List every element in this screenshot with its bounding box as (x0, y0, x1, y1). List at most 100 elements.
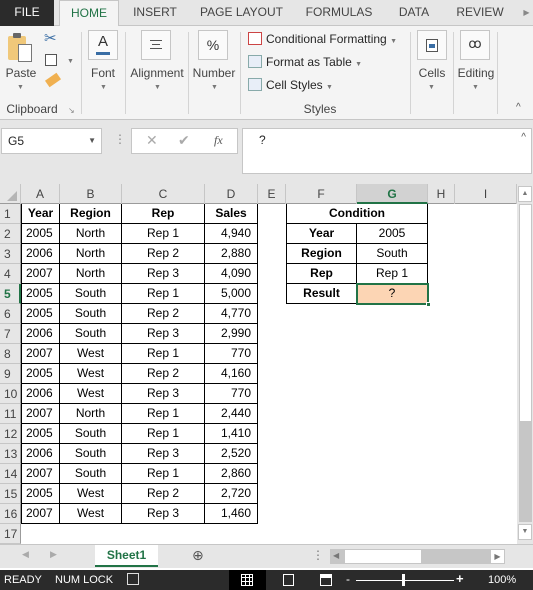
row-header-13[interactable]: 13 (0, 444, 21, 464)
scroll-right-icon[interactable]: ▶ (491, 550, 504, 563)
table-cell-c10[interactable]: Rep 3 (122, 384, 205, 404)
table-cell-a2[interactable]: 2005 (21, 224, 60, 244)
paste-dropdown-icon[interactable]: ▼ (17, 84, 24, 91)
row-header-16[interactable]: 16 (0, 504, 21, 524)
table-cell-c4[interactable]: Rep 3 (122, 264, 205, 284)
page-layout-view-icon[interactable] (283, 574, 294, 586)
row-header-5[interactable]: 5 (0, 284, 21, 304)
cell-styles-button[interactable]: Cell Styles ▼ (248, 76, 333, 94)
zoom-slider[interactable] (356, 580, 454, 581)
condition-value-region[interactable]: South (357, 244, 428, 264)
table-cell-d7[interactable]: 2,990 (205, 324, 258, 344)
row-header-11[interactable]: 11 (0, 404, 21, 424)
scroll-left-icon[interactable]: ◀ (333, 551, 339, 560)
condition-value-year[interactable]: 2005 (357, 224, 428, 244)
table-cell-d14[interactable]: 2,860 (205, 464, 258, 484)
table-cell-c7[interactable]: Rep 3 (122, 324, 205, 344)
zoom-out-icon[interactable]: - (346, 572, 350, 586)
table-cell-b12[interactable]: South (60, 424, 122, 444)
tab-split-grip-icon[interactable]: ⋮ (312, 548, 324, 562)
cells-button[interactable]: Cells (412, 66, 452, 80)
font-dropdown-icon[interactable]: ▼ (100, 84, 107, 91)
table-cell-d12[interactable]: 1,410 (205, 424, 258, 444)
row-header-4[interactable]: 4 (0, 264, 21, 284)
column-header-g[interactable]: G (357, 184, 428, 204)
column-header-b[interactable]: B (60, 184, 122, 204)
column-header-d[interactable]: D (205, 184, 258, 204)
table-cell-a8[interactable]: 2007 (21, 344, 60, 364)
column-header-i[interactable]: I (455, 184, 517, 204)
expand-formula-bar-icon[interactable]: ^ (521, 132, 526, 143)
table-cell-d13[interactable]: 2,520 (205, 444, 258, 464)
page-break-view-icon[interactable] (320, 574, 332, 586)
row-header-17[interactable]: 17 (0, 524, 21, 544)
row-header-9[interactable]: 9 (0, 364, 21, 384)
table-cell-d11[interactable]: 2,440 (205, 404, 258, 424)
row-header-3[interactable]: 3 (0, 244, 21, 264)
table-cell-c9[interactable]: Rep 2 (122, 364, 205, 384)
column-header-c[interactable]: C (122, 184, 205, 204)
table-cell-a3[interactable]: 2006 (21, 244, 60, 264)
table-cell-a6[interactable]: 2005 (21, 304, 60, 324)
cut-icon[interactable]: ✂ (44, 29, 57, 47)
row-header-6[interactable]: 6 (0, 304, 21, 324)
table-cell-a13[interactable]: 2006 (21, 444, 60, 464)
table-cell-d6[interactable]: 4,770 (205, 304, 258, 324)
condition-label-year[interactable]: Year (286, 224, 357, 244)
select-all-corner[interactable] (0, 184, 21, 204)
table-cell-c11[interactable]: Rep 1 (122, 404, 205, 424)
font-icon[interactable]: A (88, 30, 118, 60)
name-box[interactable]: G5 ▼ (1, 128, 102, 154)
table-cell-c15[interactable]: Rep 2 (122, 484, 205, 504)
table-cell-a14[interactable]: 2007 (21, 464, 60, 484)
find-binoculars-icon[interactable]: ꝏ (460, 30, 490, 60)
table-cell-d15[interactable]: 2,720 (205, 484, 258, 504)
table-cell-a10[interactable]: 2006 (21, 384, 60, 404)
alignment-icon[interactable] (141, 30, 171, 60)
font-button[interactable]: Font (84, 66, 122, 80)
table-cell-b8[interactable]: West (60, 344, 122, 364)
scroll-down-icon[interactable]: ▼ (518, 524, 532, 540)
tab-page-layout[interactable]: PAGE LAYOUT (193, 0, 290, 26)
column-header-a[interactable]: A (21, 184, 60, 204)
table-cell-a12[interactable]: 2005 (21, 424, 60, 444)
zoom-in-icon[interactable]: + (456, 571, 464, 586)
table-cell-b5[interactable]: South (60, 284, 122, 304)
copy-icon[interactable] (45, 54, 57, 66)
table-header-year[interactable]: Year (21, 204, 60, 224)
tab-formulas[interactable]: FORMULAS (298, 0, 380, 26)
table-cell-d3[interactable]: 2,880 (205, 244, 258, 264)
row-header-1[interactable]: 1 (0, 204, 21, 224)
table-cell-d5[interactable]: 5,000 (205, 284, 258, 304)
row-header-15[interactable]: 15 (0, 484, 21, 504)
tab-scroll-right-icon[interactable]: ▶ (520, 0, 533, 26)
row-header-14[interactable]: 14 (0, 464, 21, 484)
table-header-region[interactable]: Region (60, 204, 122, 224)
table-cell-c12[interactable]: Rep 1 (122, 424, 205, 444)
number-format-icon[interactable]: % (198, 30, 228, 60)
tab-file[interactable]: FILE (0, 0, 54, 26)
table-cell-d9[interactable]: 4,160 (205, 364, 258, 384)
tab-data[interactable]: DATA (388, 0, 440, 26)
format-painter-icon[interactable] (44, 72, 62, 88)
editing-dropdown-icon[interactable]: ▼ (472, 84, 479, 91)
scroll-up-icon[interactable]: ▲ (518, 186, 532, 202)
condition-title[interactable]: Condition (286, 204, 428, 224)
tab-insert[interactable]: INSERT (124, 0, 186, 26)
new-sheet-icon[interactable]: ⊕ (192, 547, 204, 564)
table-cell-d2[interactable]: 4,940 (205, 224, 258, 244)
table-cell-a15[interactable]: 2005 (21, 484, 60, 504)
insert-function-icon[interactable]: fx (214, 133, 223, 148)
row-header-12[interactable]: 12 (0, 424, 21, 444)
name-box-dropdown-icon[interactable]: ▼ (88, 129, 96, 153)
table-cell-b2[interactable]: North (60, 224, 122, 244)
editing-button[interactable]: Editing (454, 66, 498, 80)
cancel-icon[interactable]: ✕ (146, 132, 158, 149)
worksheet-grid[interactable]: Year Region Rep Sales 2005 North Rep 1 4,940 200… (21, 204, 517, 544)
table-cell-a7[interactable]: 2006 (21, 324, 60, 344)
table-cell-b16[interactable]: West (60, 504, 122, 524)
collapse-ribbon-icon[interactable]: ^ (516, 102, 521, 113)
copy-dropdown-icon[interactable]: ▼ (67, 58, 74, 65)
format-as-table-button[interactable]: Format as Table ▼ (248, 53, 362, 71)
table-header-sales[interactable]: Sales (205, 204, 258, 224)
